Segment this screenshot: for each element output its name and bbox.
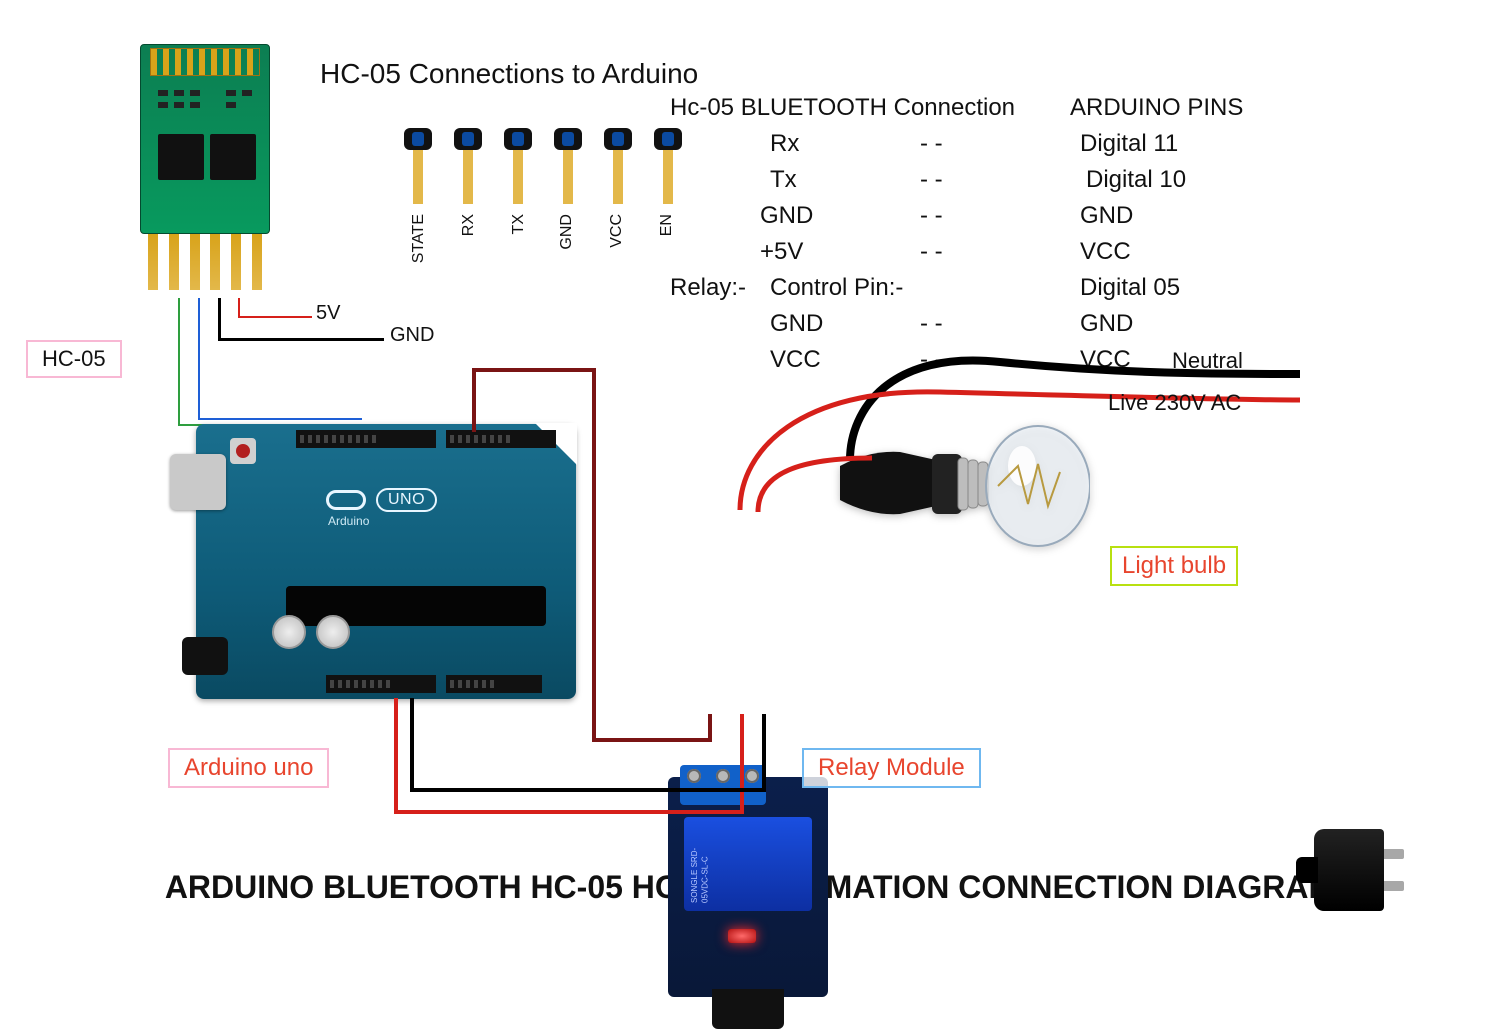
pin-label-gnd: GND [558,214,576,250]
arduino-label-box: Arduino uno [168,748,329,788]
neutral-wire-label: Neutral [1172,348,1243,374]
live-wire-label: Live 230V AC [1108,390,1241,416]
table-hc05-rx-left: Rx [770,126,799,162]
relay-led-icon [728,929,756,943]
relay-coil-icon: SONGLE SRD-05VDC-SL-C [684,817,812,911]
table-dash: - - [920,198,943,234]
table-col1-header: Hc-05 BLUETOOTH Connection [670,90,1015,126]
table-relay-ctrl-right: Digital 05 [1080,270,1180,306]
table-col2-header: ARDUINO PINS [1070,90,1243,126]
table-dash: - - [920,306,943,342]
table-dash: - - [920,126,943,162]
arduino-model-badge: UNO [376,488,437,512]
table-dash: - - [920,162,943,198]
pin-label-rx: RX [460,214,478,236]
hc05-antenna-icon [150,48,260,76]
table-relay-gnd-left: GND [770,306,823,342]
relay-pin-header-icon [712,989,784,1029]
ac-plug-icon [1314,829,1384,911]
hc05-5v-wire-label: 5V [316,302,340,325]
pin-label-en: EN [658,214,676,236]
relay-terminal-block-icon [680,765,766,805]
arduino-logo: UNO [326,488,437,512]
table-hc05-gnd-left: GND [760,198,813,234]
hc05-label-box: HC-05 [26,340,122,378]
pin-label-tx: TX [510,214,528,234]
table-dash: - - [920,234,943,270]
table-hc05-rx-right: Digital 11 [1080,126,1178,162]
usb-port-icon [170,454,226,510]
reset-button-icon [230,438,256,464]
table-hc05-gnd-right: GND [1080,198,1133,234]
hc05-module [140,44,270,234]
table-hc05-tx-right: Digital 10 [1086,162,1186,198]
table-hc05-tx-left: Tx [770,162,797,198]
power-jack-icon [182,637,228,675]
hc05-gnd-wire-label: GND [390,324,434,347]
pin-label-state: STATE [410,214,428,263]
table-hc05-5v-right: VCC [1080,234,1131,270]
section-title: HC-05 Connections to Arduino [320,58,698,90]
arduino-brand-text: Arduino [328,514,369,528]
relay-label-box: Relay Module [802,748,981,788]
pinheader-diagram [404,128,682,204]
capacitor-icon [272,615,306,649]
bulb-label-box: Light bulb [1110,546,1238,586]
table-relay-ctrl-left: Control Pin:- [770,270,903,306]
relay-to-bulb-wire [752,452,882,512]
arduino-board: UNO Arduino [196,424,576,699]
pin-label-vcc: VCC [608,214,626,248]
infinity-icon [326,490,366,510]
table-hc05-5v-left: +5V [760,234,803,270]
table-relay-gnd-right: GND [1080,306,1133,342]
capacitor-icon [316,615,350,649]
table-relay-header: Relay:- [670,270,746,306]
